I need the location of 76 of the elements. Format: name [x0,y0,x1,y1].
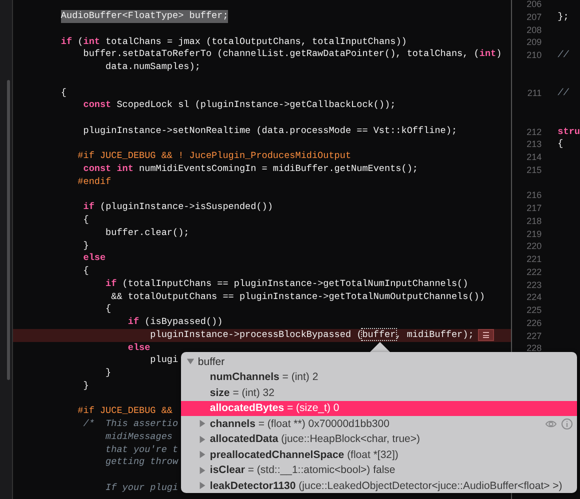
code-line: }; [556,10,569,24]
code-line: if (pluginInstance->isSuspended()) [82,201,273,214]
line-number: 209 [526,36,542,49]
collapse-triangle-icon[interactable] [186,357,195,366]
line-number: 217 [526,202,542,215]
info-icon[interactable] [561,418,573,430]
expand-triangle-icon[interactable] [198,419,207,428]
code-line: /* This assertio [82,418,178,431]
code-line: } [82,380,89,392]
variable-row[interactable]: channels = (float **) 0x70000d1bb300 [181,416,577,432]
code-line: else [126,342,150,354]
code-line: buffer.clear(); [104,226,190,240]
line-number: 223 [526,278,542,292]
line-number: 224 [526,291,542,304]
line-number: 228 [526,342,542,355]
line-number: 206 [526,0,542,11]
code-line: { [556,138,564,151]
expand-triangle-icon[interactable] [198,466,207,475]
variable-row[interactable]: leakDetector1130 (juce::LeakedObjectDetector<juce::AudioBuffer<float> >) [181,478,577,494]
variable-row[interactable]: allocatedBytes = (size_t) 0 [181,400,577,416]
variable-name[interactable]: buffer [195,356,225,368]
expand-triangle-icon[interactable] [198,450,207,460]
code-line: if (isBypassed()) [126,316,223,329]
code-line: getting throw [104,456,178,469]
line-number: 208 [526,24,542,36]
code-line: { [104,303,112,316]
code-line: { [82,265,89,278]
code-line: const int numMidiEventsComingIn = midiBuffer.getNumEvents(); [82,163,418,176]
code-line: plugi [149,354,178,367]
code-line: // [556,87,569,100]
line-number: 219 [526,228,542,240]
code-line: If your plugi [104,482,178,494]
code-line: midiMessages [104,430,173,444]
code-line: stru [556,126,580,138]
line-number: 227 [526,330,542,342]
line-number: 213 [526,138,542,151]
variable-row[interactable]: size = (int) 32 [181,385,577,400]
code-line: && totalOutputChans == pluginInstance->getTotalNumOutputChannels()) [110,290,485,304]
variable-row[interactable]: isClear = (std::__1::atomic<bool>) false [181,462,577,478]
code-line: pluginInstance->setNonRealtime (data.processMode == Vst::kOffline); [82,124,458,138]
variable-row[interactable]: preallocatedChannelSpace (float *[32]) [181,447,577,462]
code-line: #if JUCE_DEBUG && [76,405,173,418]
code-line: else [82,252,106,265]
code-line: } [82,240,89,252]
code-line: data.numSamples); [104,61,200,74]
line-number: 218 [526,214,542,228]
scroll-thumb[interactable] [7,80,10,380]
code-line: #if JUCE_DEBUG && ! JucePlugin_ProducesMidiOutput [76,150,352,163]
line-number: 210 [526,49,542,62]
code-line: buffer.setDataToReferTo (channelList.getRawDataPointer(), totalChans, (int) [82,48,502,61]
code-line: pluginInstance->processBlockBypassed (buffer, midiBuffer); [149,328,474,342]
line-number: 211 [526,87,542,100]
line-number: 222 [526,266,542,278]
code-line: that you're t [104,444,178,456]
issue-badge-icon[interactable] [478,329,494,342]
line-number: 226 [526,316,542,330]
expand-triangle-icon[interactable] [198,434,207,444]
line-number: 214 [526,151,542,164]
variable-row[interactable]: allocatedData (juce::HeapBlock<char, true>) [181,432,577,447]
line-number: 216 [526,189,542,202]
variable-row[interactable]: numChannels = (int) 2 [181,370,577,385]
line-number: 225 [526,304,542,317]
expand-triangle-icon[interactable] [198,481,207,490]
line-number: 212 [526,126,542,138]
line-number: 220 [526,240,542,253]
code-line: const ScopedLock sl (pluginInstance->getCallbackLock()); [82,99,396,112]
code-line: } [104,367,112,380]
code-line: { [82,214,89,227]
code-line: if (totalInputChans == pluginInstance->getTotalNumInputChannels() [104,278,468,290]
line-number: 221 [526,253,542,266]
line-number: 215 [526,164,542,176]
code-line: #endif [76,176,112,188]
code-line: // [556,49,569,62]
line-number: 207 [526,10,542,24]
code-line: { [60,86,67,100]
code-line: if (int totalChans = jmax (totalOutputChans, totalInputChans)) [60,36,407,48]
